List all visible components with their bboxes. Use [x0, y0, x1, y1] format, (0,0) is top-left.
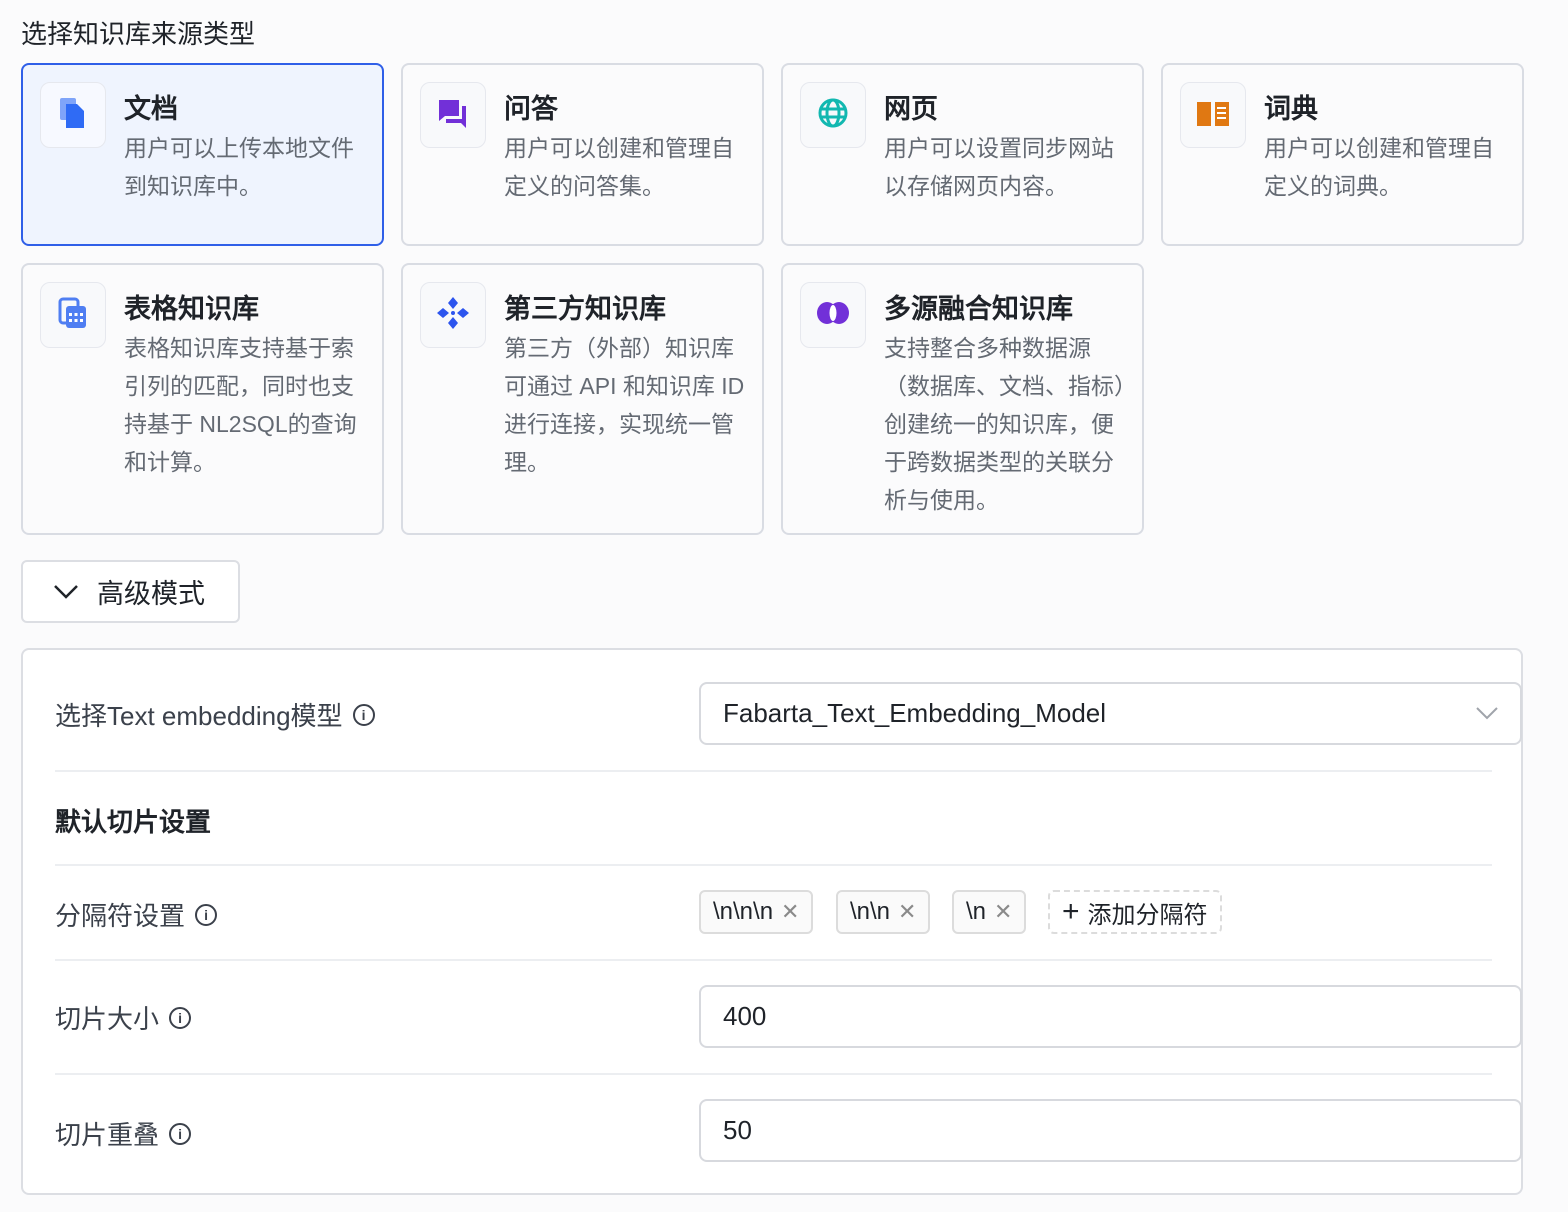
icon-box: [420, 282, 486, 348]
icon-box: [420, 82, 486, 148]
card-description: 用户可以上传本地文件到知识库中。: [124, 135, 354, 199]
close-icon[interactable]: ✕: [994, 899, 1012, 925]
chunk-size-input[interactable]: 400: [699, 985, 1522, 1048]
card-title: 表格知识库: [124, 294, 259, 324]
chunk-overlap-row: 切片重叠 i 50: [55, 1075, 1522, 1185]
source-type-card[interactable]: 词典 用户可以创建和管理自定义的词典。: [1161, 63, 1524, 246]
separator-label: 分隔符设置: [55, 901, 186, 931]
page-heading: 选择知识库来源类型: [21, 19, 256, 49]
advanced-settings-panel: 选择Text embedding模型 i Fabarta_Text_Embeddi…: [21, 648, 1523, 1195]
chunk-section-row: 默认切片设置: [55, 772, 1492, 866]
card-description: 支持整合多种数据源（数据库、文档、指标）创建统一的知识库，便于跨数据类型的关联分…: [884, 335, 1126, 513]
info-icon[interactable]: i: [352, 703, 375, 726]
advanced-mode-label: 高级模式: [97, 579, 205, 609]
source-type-card[interactable]: 文档 用户可以上传本地文件到知识库中。: [21, 63, 384, 246]
card-description: 用户可以创建和管理自定义的词典。: [1264, 135, 1494, 199]
card-title: 网页: [884, 94, 938, 124]
advanced-mode-toggle[interactable]: 高级模式: [21, 560, 240, 623]
card-title: 多源融合知识库: [884, 294, 1073, 324]
fusion-icon: [815, 296, 851, 335]
embedding-model-select[interactable]: Fabarta_Text_Embedding_Model: [699, 682, 1522, 745]
card-description: 用户可以设置同步网站以存储网页内容。: [884, 135, 1114, 199]
add-separator-label: 添加分隔符: [1087, 901, 1208, 929]
separator-row: 分隔符设置 i \n\n\n ✕ \n\n ✕ \n ✕ + 添加分隔符: [55, 866, 1492, 961]
embedding-model-value: Fabarta_Text_Embedding_Model: [723, 698, 1107, 728]
icon-box: [40, 282, 106, 348]
card-title: 第三方知识库: [504, 294, 666, 324]
card-title: 文档: [124, 94, 178, 124]
icon-box: [800, 282, 866, 348]
add-separator-button[interactable]: + 添加分隔符: [1048, 890, 1222, 934]
globe-icon: [816, 96, 850, 135]
card-title: 问答: [504, 94, 558, 124]
tag-text: \n\n: [850, 898, 891, 925]
section-title: 默认切片设置: [55, 807, 212, 837]
document-icon: [56, 96, 90, 135]
source-type-card[interactable]: 问答 用户可以创建和管理自定义的问答集。: [401, 63, 764, 246]
book-icon: [1195, 96, 1231, 135]
card-description: 第三方（外部）知识库可通过 API 和知识库 ID 进行连接，实现统一管理。: [504, 335, 745, 475]
separator-tag: \n\n\n ✕: [699, 890, 814, 934]
chevron-down-icon: [54, 584, 78, 599]
plus-icon: +: [1062, 895, 1080, 928]
embedding-label: 选择Text embedding模型: [55, 701, 343, 731]
icon-box: [800, 82, 866, 148]
chunk-overlap-input[interactable]: 50: [699, 1099, 1522, 1162]
chunk-overlap-label: 切片重叠: [55, 1120, 160, 1150]
source-type-card[interactable]: 第三方知识库 第三方（外部）知识库可通过 API 和知识库 ID 进行连接，实现…: [401, 263, 764, 535]
card-description: 用户可以创建和管理自定义的问答集。: [504, 135, 734, 199]
info-icon[interactable]: i: [195, 903, 218, 926]
close-icon[interactable]: ✕: [781, 899, 799, 925]
separator-tag: \n\n ✕: [836, 890, 931, 934]
icon-box: [1180, 82, 1246, 148]
card-title: 词典: [1264, 94, 1318, 124]
separator-tag: \n ✕: [952, 890, 1027, 934]
card-description: 表格知识库支持基于索引列的匹配，同时也支持基于 NL2SQL的查询和计算。: [124, 335, 357, 475]
info-icon[interactable]: i: [169, 1006, 192, 1029]
source-type-card[interactable]: 多源融合知识库 支持整合多种数据源（数据库、文档、指标）创建统一的知识库，便于跨…: [781, 263, 1144, 535]
chunk-size-label: 切片大小: [55, 1004, 160, 1034]
tag-text: \n: [966, 898, 987, 925]
chevron-down-icon: [1476, 707, 1498, 720]
diamond-connect-icon: [436, 296, 470, 335]
source-type-card[interactable]: 网页 用户可以设置同步网站以存储网页内容。: [781, 63, 1144, 246]
tag-text: \n\n\n: [713, 898, 774, 925]
info-icon[interactable]: i: [169, 1122, 192, 1145]
source-type-card[interactable]: 表格知识库 表格知识库支持基于索引列的匹配，同时也支持基于 NL2SQL的查询和…: [21, 263, 384, 535]
chunk-size-row: 切片大小 i 400: [55, 961, 1522, 1075]
embedding-row: 选择Text embedding模型 i Fabarta_Text_Embeddi…: [55, 650, 1522, 772]
table-calculator-icon: [56, 296, 90, 335]
icon-box: [40, 82, 106, 148]
chat-icon: [436, 96, 470, 135]
close-icon[interactable]: ✕: [898, 899, 916, 925]
